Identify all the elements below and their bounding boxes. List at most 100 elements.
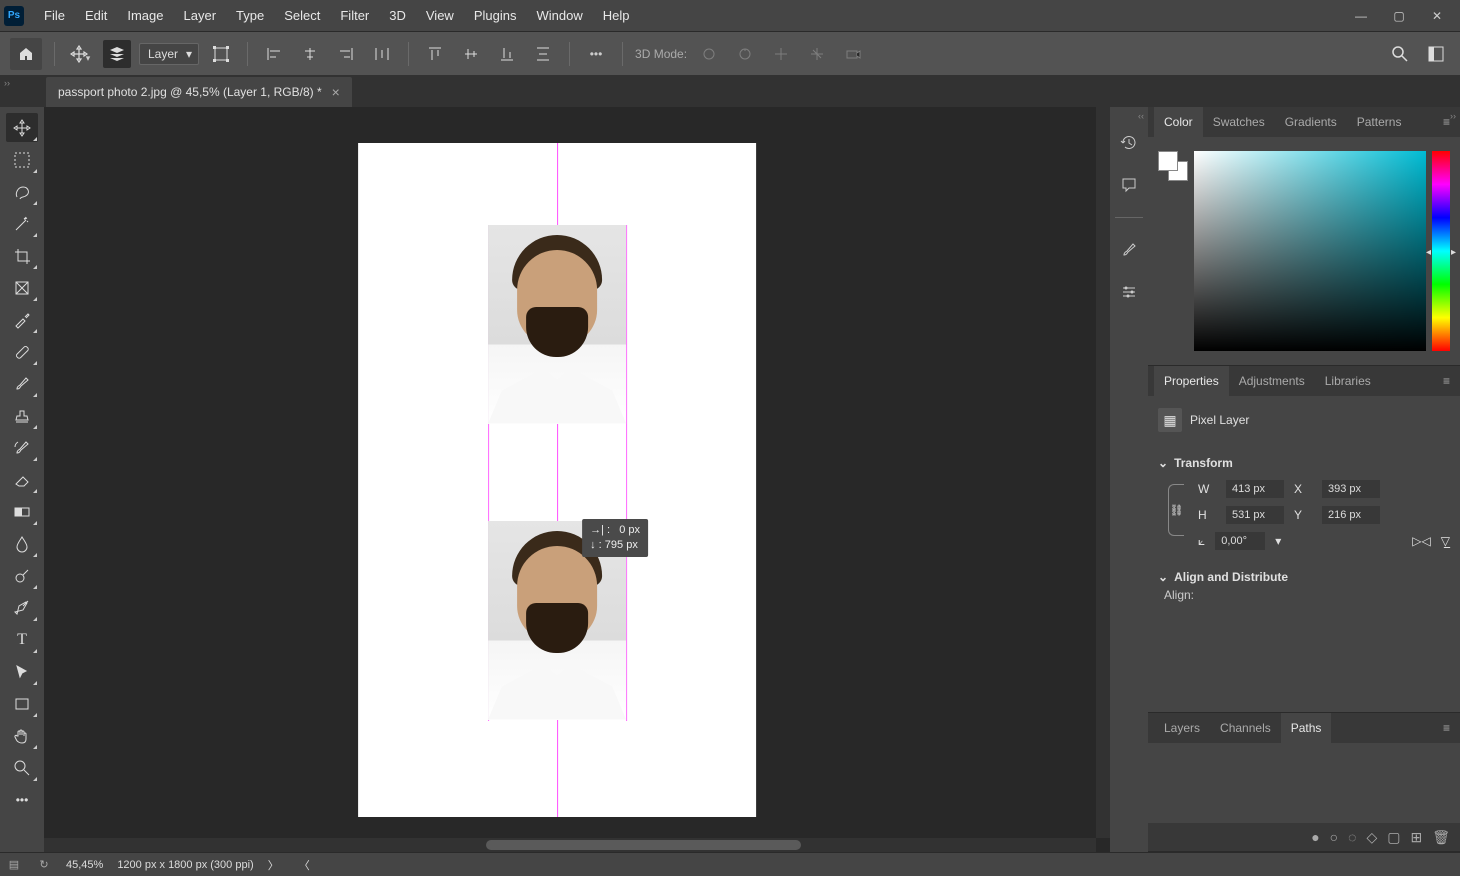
- healing-tool[interactable]: [6, 337, 38, 366]
- menu-type[interactable]: Type: [226, 0, 274, 31]
- canvas-scrollbar-h[interactable]: [44, 838, 1096, 852]
- status-zoom[interactable]: 45,45%: [66, 859, 103, 871]
- menu-filter[interactable]: Filter: [330, 0, 379, 31]
- close-button[interactable]: ✕: [1418, 0, 1456, 31]
- menu-select[interactable]: Select: [274, 0, 330, 31]
- minimize-button[interactable]: —: [1342, 0, 1380, 31]
- menu-file[interactable]: File: [34, 0, 75, 31]
- distribute-h-button[interactable]: [368, 40, 396, 68]
- flip-v-button[interactable]: ▽̲: [1441, 534, 1450, 548]
- magic-wand-tool[interactable]: [6, 209, 38, 238]
- x-input[interactable]: [1322, 480, 1380, 498]
- selection-to-path-button[interactable]: ◇: [1366, 829, 1377, 846]
- document-tab[interactable]: passport photo 2.jpg @ 45,5% (Layer 1, R…: [46, 77, 352, 107]
- close-tab-button[interactable]: ×: [332, 84, 340, 100]
- status-caret[interactable]: 〉: [268, 857, 279, 873]
- edit-toolbar-button[interactable]: •••: [6, 785, 38, 814]
- status-caret-left[interactable]: 〈: [299, 857, 310, 873]
- angle-dropdown[interactable]: ▾: [1275, 534, 1281, 548]
- tab-channels[interactable]: Channels: [1210, 713, 1281, 743]
- brushes-panel-icon[interactable]: [1115, 236, 1143, 264]
- brush-tool[interactable]: [6, 369, 38, 398]
- menu-3d[interactable]: 3D: [379, 0, 416, 31]
- crop-tool[interactable]: [6, 241, 38, 270]
- align-right-button[interactable]: [332, 40, 360, 68]
- dodge-tool[interactable]: [6, 561, 38, 590]
- transform-section-toggle[interactable]: ⌄ Transform: [1158, 452, 1450, 474]
- menu-image[interactable]: Image: [117, 0, 173, 31]
- tab-color[interactable]: Color: [1154, 107, 1203, 137]
- layer-photo-1[interactable]: [488, 225, 626, 424]
- eraser-tool[interactable]: [6, 465, 38, 494]
- 3d-camera-button[interactable]: [839, 40, 867, 68]
- 3d-slide-button[interactable]: [803, 40, 831, 68]
- fg-color-swatch[interactable]: [1158, 151, 1178, 171]
- gradient-tool[interactable]: [6, 497, 38, 526]
- flip-h-button[interactable]: ▷◁: [1412, 534, 1430, 548]
- status-doc-icon[interactable]: ▤: [6, 857, 22, 873]
- mask-path-button[interactable]: ▢: [1387, 829, 1400, 846]
- tab-swatches[interactable]: Swatches: [1203, 107, 1275, 137]
- canvas-scrollbar-v[interactable]: [1096, 107, 1110, 838]
- distribute-v-button[interactable]: [529, 40, 557, 68]
- guide-vertical-right[interactable]: [626, 225, 627, 721]
- comments-panel-icon[interactable]: [1115, 171, 1143, 199]
- menu-layer[interactable]: Layer: [174, 0, 227, 31]
- width-input[interactable]: [1226, 480, 1284, 498]
- marquee-tool[interactable]: [6, 145, 38, 174]
- collapse-right-panels[interactable]: ››: [1450, 111, 1456, 121]
- tab-paths[interactable]: Paths: [1281, 713, 1332, 743]
- eyedropper-tool[interactable]: [6, 305, 38, 334]
- 3d-pan-button[interactable]: [767, 40, 795, 68]
- menu-window[interactable]: Window: [526, 0, 592, 31]
- home-button[interactable]: [10, 38, 42, 70]
- transform-controls-toggle[interactable]: [207, 40, 235, 68]
- tab-layers[interactable]: Layers: [1154, 713, 1210, 743]
- auto-select-toggle[interactable]: [103, 40, 131, 68]
- fill-path-button[interactable]: ●: [1311, 829, 1319, 845]
- link-wh-button[interactable]: ⛓: [1168, 484, 1184, 536]
- document-canvas[interactable]: →| : 0 px ↓ : 795 px: [358, 143, 756, 817]
- canvas-area[interactable]: →| : 0 px ↓ : 795 px: [44, 107, 1110, 852]
- menu-plugins[interactable]: Plugins: [464, 0, 527, 31]
- auto-select-target[interactable]: Layer: [139, 43, 199, 65]
- tab-properties[interactable]: Properties: [1154, 366, 1229, 396]
- move-tool[interactable]: [6, 113, 38, 142]
- align-left-button[interactable]: [260, 40, 288, 68]
- shape-tool[interactable]: [6, 689, 38, 718]
- blur-tool[interactable]: [6, 529, 38, 558]
- hue-slider[interactable]: ◂▸: [1432, 151, 1450, 351]
- menu-edit[interactable]: Edit: [75, 0, 117, 31]
- history-brush-tool[interactable]: [6, 433, 38, 462]
- tab-gradients[interactable]: Gradients: [1275, 107, 1347, 137]
- menu-view[interactable]: View: [416, 0, 464, 31]
- tab-adjustments[interactable]: Adjustments: [1229, 366, 1315, 396]
- tab-patterns[interactable]: Patterns: [1347, 107, 1412, 137]
- tab-libraries[interactable]: Libraries: [1315, 366, 1381, 396]
- paths-list[interactable]: [1148, 743, 1460, 823]
- history-panel-icon[interactable]: [1115, 129, 1143, 157]
- status-sync-icon[interactable]: ↻: [36, 857, 52, 873]
- color-field[interactable]: [1194, 151, 1426, 351]
- hand-tool[interactable]: [6, 721, 38, 750]
- expand-left-panel[interactable]: ››: [4, 78, 10, 88]
- maximize-button[interactable]: ▢: [1380, 0, 1418, 31]
- new-path-button[interactable]: ⊞: [1410, 829, 1422, 846]
- angle-input[interactable]: [1215, 532, 1265, 550]
- path-select-tool[interactable]: [6, 657, 38, 686]
- layers-panel-menu[interactable]: ≡: [1433, 713, 1460, 743]
- pen-tool[interactable]: [6, 593, 38, 622]
- align-top-button[interactable]: [421, 40, 449, 68]
- workspace-button[interactable]: [1422, 40, 1450, 68]
- status-dims[interactable]: 1200 px x 1800 px (300 ppi): [117, 859, 253, 871]
- expand-mid-panels[interactable]: ‹‹: [1138, 111, 1144, 121]
- align-center-h-button[interactable]: [296, 40, 324, 68]
- text-tool[interactable]: T: [6, 625, 38, 654]
- align-section-toggle[interactable]: ⌄ Align and Distribute: [1158, 566, 1450, 588]
- adjustments-panel-icon[interactable]: [1115, 278, 1143, 306]
- path-to-selection-button[interactable]: ◌: [1348, 829, 1356, 845]
- y-input[interactable]: [1322, 506, 1380, 524]
- frame-tool[interactable]: [6, 273, 38, 302]
- align-center-v-button[interactable]: [457, 40, 485, 68]
- more-options-button[interactable]: •••: [582, 40, 610, 68]
